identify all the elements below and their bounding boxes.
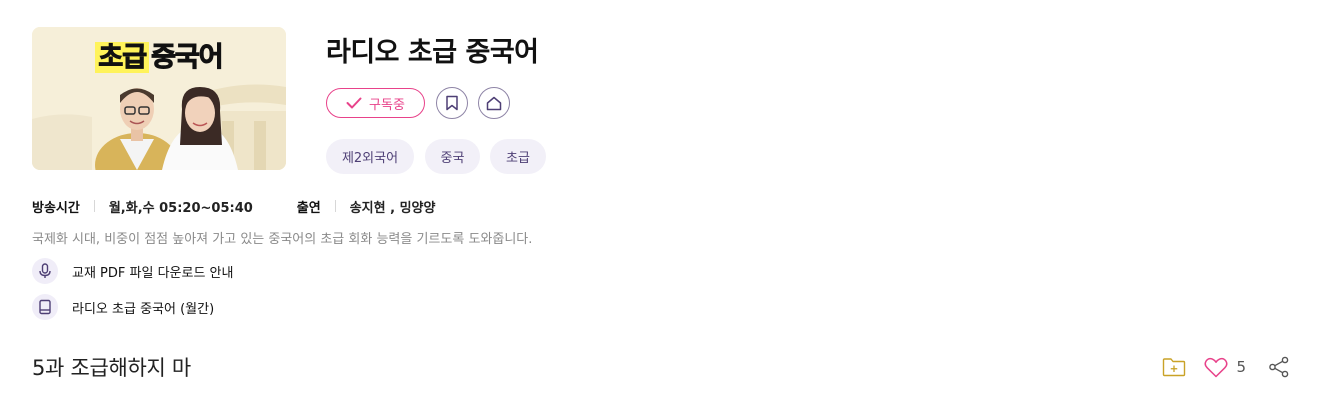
check-icon — [346, 97, 362, 109]
bookmark-button[interactable] — [436, 87, 468, 119]
tag-label: 초급 — [506, 151, 530, 166]
home-icon — [486, 96, 502, 111]
add-to-folder-icon[interactable] — [1162, 357, 1186, 377]
tag-china[interactable]: 중국 — [425, 139, 480, 174]
bookmark-icon — [445, 95, 459, 111]
tag-label: 제2외국어 — [341, 151, 399, 166]
thumbnail-title-rest: 중국어 — [151, 42, 225, 74]
microphone-icon — [32, 258, 58, 284]
book-icon — [32, 294, 58, 320]
program-home-button[interactable] — [478, 87, 510, 119]
subscribe-label: 구독중 — [369, 97, 405, 113]
episode-title: 5과 조급해하지 마 — [32, 356, 191, 380]
monthly-textbook-link[interactable]: 라디오 초급 중국어 (월간) — [32, 294, 214, 320]
like-button[interactable]: 5 — [1204, 357, 1246, 378]
cast-value: 송지현 , 밍양양 — [349, 200, 436, 216]
subscribe-button[interactable]: 구독중 — [326, 88, 425, 118]
pdf-download-notice-link[interactable]: 교재 PDF 파일 다운로드 안내 — [32, 258, 233, 284]
airtime-label: 방송시간 — [32, 200, 80, 216]
heart-icon — [1204, 357, 1228, 378]
program-thumbnail[interactable]: 초급 중국어 — [32, 27, 286, 170]
episode-actions: 5 — [1162, 354, 1290, 380]
link-label: 라디오 초급 중국어 (월간) — [72, 301, 215, 317]
airtime-value: 월,화,수 05:20~05:40 — [108, 200, 253, 216]
cast-label: 출연 — [296, 200, 321, 216]
divider — [334, 200, 336, 212]
tag-second-language[interactable]: 제2외국어 — [326, 139, 414, 174]
share-icon[interactable] — [1268, 356, 1290, 378]
program-info-row: 방송시간 월,화,수 05:20~05:40 출연 송지현 , 밍양양 — [32, 196, 435, 216]
program-description: 국제화 시대, 비중이 점점 높아져 가고 있는 중국어의 초급 회화 능력을 … — [32, 232, 533, 247]
thumbnail-title: 초급 중국어 — [32, 35, 286, 74]
divider — [93, 200, 95, 212]
link-label: 교재 PDF 파일 다운로드 안내 — [72, 265, 234, 281]
like-count: 5 — [1236, 358, 1246, 376]
tag-beginner[interactable]: 초급 — [490, 139, 546, 174]
program-title: 라디오 초급 중국어 — [326, 37, 539, 68]
tag-label: 중국 — [440, 151, 465, 166]
thumbnail-title-highlight: 초급 — [95, 42, 150, 74]
